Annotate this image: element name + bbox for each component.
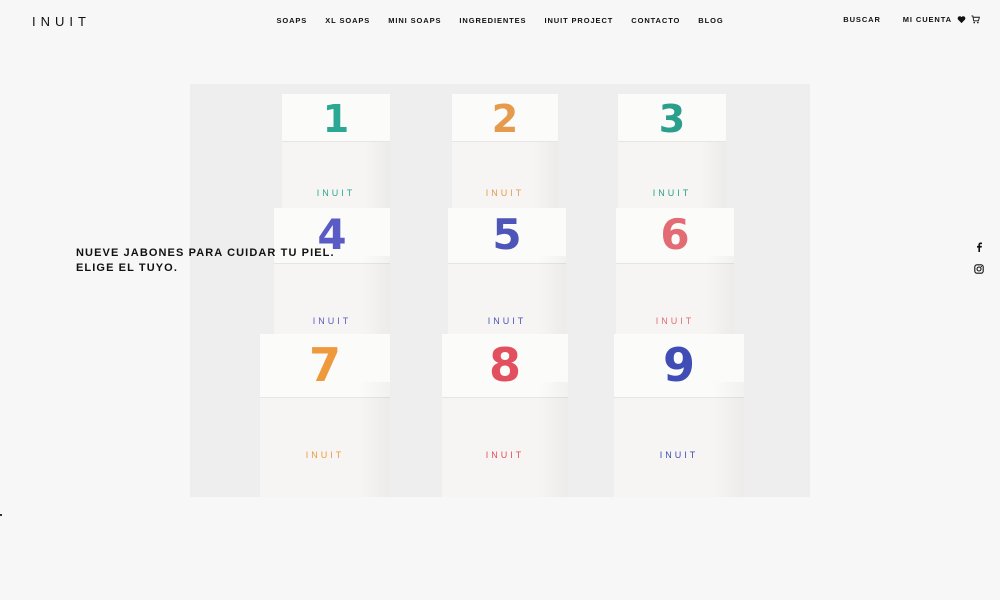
- soap-box-8: 8 INUIT: [442, 334, 568, 497]
- soap-box-6: 6 INUIT: [616, 208, 734, 336]
- soap-box-2: 2 INUIT: [452, 94, 558, 214]
- box-number-6: 6: [660, 210, 690, 259]
- header-actions: BUSCAR MI CUENTA: [843, 15, 980, 24]
- nav-blog[interactable]: BLOG: [698, 16, 723, 25]
- nav-ingredientes[interactable]: INGREDIENTES: [459, 16, 526, 25]
- box-number-2: 2: [491, 97, 519, 141]
- social-links: [974, 242, 984, 274]
- instagram-icon[interactable]: [974, 264, 984, 274]
- account-link[interactable]: MI CUENTA: [903, 15, 952, 24]
- hero-tagline: NUEVE JABONES PARA CUIDAR TU PIEL. ELIGE…: [76, 246, 335, 276]
- search-link[interactable]: BUSCAR: [843, 15, 880, 24]
- nav-mini-soaps[interactable]: MINI SOAPS: [388, 16, 441, 25]
- nav-soaps[interactable]: SOAPS: [276, 16, 307, 25]
- tagline-line-2: ELIGE EL TUYO.: [76, 262, 178, 274]
- cart-icon[interactable]: [971, 15, 980, 24]
- account-group: MI CUENTA: [903, 15, 980, 24]
- box-number-5: 5: [492, 210, 522, 259]
- site-header: INUIT SOAPS XL SOAPS MINI SOAPS INGREDIE…: [0, 0, 1000, 42]
- page-edge-marker: [0, 514, 2, 516]
- box-number-9: 9: [662, 338, 696, 392]
- tagline-line-1: NUEVE JABONES PARA CUIDAR TU PIEL.: [76, 247, 335, 259]
- box-number-8: 8: [488, 338, 522, 392]
- soap-box-5: 5 INUIT: [448, 208, 566, 336]
- soap-box-1: 1 INUIT: [282, 94, 390, 214]
- box-number-3: 3: [658, 97, 686, 141]
- heart-icon[interactable]: [957, 15, 966, 24]
- nav-xl-soaps[interactable]: XL SOAPS: [325, 16, 370, 25]
- facebook-icon[interactable]: [975, 242, 983, 252]
- nav-contacto[interactable]: CONTACTO: [631, 16, 680, 25]
- nav-inuit-project[interactable]: INUIT PROJECT: [544, 16, 613, 25]
- soap-box-9: 9 INUIT: [614, 334, 744, 497]
- box-number-7: 7: [308, 338, 342, 392]
- box-number-1: 1: [322, 97, 350, 141]
- soap-box-7: 7 INUIT: [260, 334, 390, 497]
- soap-box-3: 3 INUIT: [618, 94, 726, 214]
- hero-image: 1 INUIT 2 INUIT 3 INUIT 4 INUIT 5 INUIT …: [190, 84, 810, 497]
